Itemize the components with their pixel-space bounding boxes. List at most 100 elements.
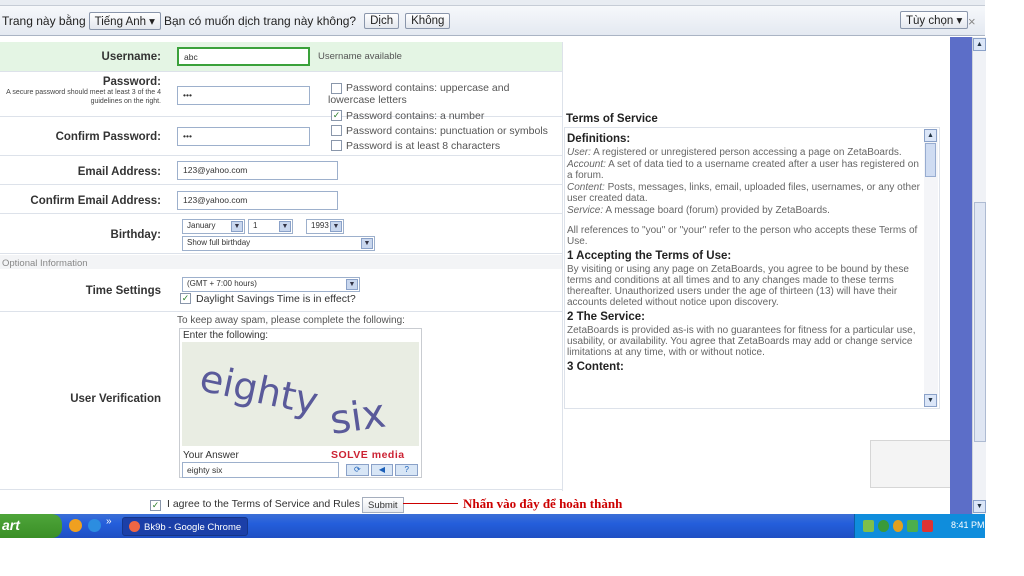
agree-label: I agree to the Terms of Service and Rule…	[167, 498, 360, 510]
birth-day-select[interactable]: 1 ▼	[248, 219, 293, 234]
password-label: Password: A secure password should meet a…	[0, 76, 168, 106]
birth-year-value: 1993	[311, 221, 329, 230]
floating-widget: ●	[870, 440, 950, 488]
side-panel	[950, 37, 972, 514]
tray-app-icon[interactable]	[907, 520, 919, 532]
captcha-prompt: Enter the following:	[183, 330, 269, 341]
more-icon[interactable]: »	[106, 516, 112, 527]
page-scrollbar[interactable]: ▲ ▼	[972, 37, 986, 514]
username-status: Username available	[318, 51, 402, 62]
answer-label: Your Answer	[183, 450, 239, 461]
refresh-icon[interactable]: ⟳	[346, 464, 369, 476]
tray-security-icon[interactable]	[877, 520, 889, 532]
terms-box: Definitions: User: A registered or unreg…	[564, 127, 940, 409]
email-row: Email Address: 123@yahoo.com	[0, 157, 562, 185]
translate-bar: Trang này bằng Tiếng Anh ▾ Bạn có muốn d…	[0, 6, 985, 36]
birth-year-select[interactable]: 1993 ▼	[306, 219, 344, 234]
confirm-password-input[interactable]: •••	[177, 127, 310, 146]
section2-text: ZetaBoards is provided as-is with no gua…	[567, 325, 916, 358]
audio-icon[interactable]: ◀	[370, 464, 394, 476]
taskbar: art » Bk9b - Google Chrome 8:41 PM	[0, 514, 985, 538]
def-account-text: A set of data tied to a username created…	[567, 159, 919, 181]
password-hint: A secure password should meet at least 3…	[6, 89, 161, 105]
captcha-word-1: eighty	[196, 356, 322, 424]
close-icon[interactable]: ×	[968, 14, 976, 29]
taskbar-chrome-item[interactable]: Bk9b - Google Chrome	[122, 517, 248, 536]
help-icon[interactable]: ?	[395, 464, 419, 476]
translate-options-button[interactable]: Tùy chọn ▾	[900, 11, 969, 29]
no-translate-button[interactable]: Không	[405, 12, 451, 29]
chevron-down-icon: ▼	[361, 238, 373, 249]
captcha-answer-input[interactable]: eighty six	[182, 462, 339, 478]
language-dropdown[interactable]: Tiếng Anh ▾	[88, 11, 161, 30]
registration-page: Username: abc Username available Passwor…	[0, 37, 950, 514]
dst-checkbox[interactable]: ✓	[180, 293, 191, 304]
terms-title: Terms of Service	[566, 113, 658, 125]
tray-antivirus-icon[interactable]	[922, 520, 933, 532]
timezone-select[interactable]: (GMT + 7:00 hours) ▼	[182, 277, 360, 292]
password-label-text: Password:	[102, 76, 161, 88]
terms-scrollbar[interactable]: ▲ ▼	[924, 129, 938, 407]
username-label: Username:	[101, 51, 161, 63]
section2-heading: 2 The Service:	[567, 311, 645, 323]
terms-scroll-thumb[interactable]	[925, 143, 936, 177]
username-input[interactable]: abc	[177, 47, 310, 66]
start-button[interactable]: art	[0, 514, 62, 538]
ie-quicklaunch-icon[interactable]	[88, 519, 101, 532]
captcha-widget: Enter the following: eighty six Your Ans…	[179, 328, 422, 478]
chevron-down-icon: ▼	[330, 221, 342, 232]
agree-checkbox[interactable]: ✓	[150, 500, 161, 511]
password-input[interactable]: •••	[177, 86, 310, 105]
column-divider	[562, 42, 563, 491]
scroll-down-icon[interactable]: ▼	[924, 394, 937, 407]
submit-button[interactable]: Submit	[362, 497, 404, 513]
def-content-term: Content:	[567, 182, 605, 193]
optional-info-header: Optional Information	[0, 255, 562, 269]
birth-month-value: January	[187, 221, 216, 230]
confirm-email-label: Confirm Email Address:	[30, 195, 161, 207]
birth-day-value: 1	[253, 221, 258, 230]
chevron-down-icon: ▼	[231, 221, 243, 232]
def-account-term: Account:	[567, 159, 606, 170]
taskbar-chrome-label: Bk9b - Google Chrome	[144, 522, 242, 533]
def-user: User: A registered or unregistered perso…	[567, 147, 925, 158]
scroll-up-icon[interactable]: ▲	[924, 129, 937, 142]
captcha-image: eighty six	[182, 342, 419, 446]
email-label: Email Address:	[77, 166, 161, 178]
verification-label: User Verification	[70, 393, 161, 405]
def-user-term: User:	[567, 147, 591, 158]
translate-question: Bạn có muốn dịch trang này không?	[163, 13, 357, 28]
page-scroll-thumb[interactable]	[974, 202, 986, 442]
time-settings-label: Time Settings	[85, 285, 161, 297]
birth-month-select[interactable]: January ▼	[182, 219, 245, 234]
scroll-down-icon[interactable]: ▼	[973, 500, 986, 513]
def-user-text: A registered or unregistered person acce…	[593, 147, 902, 158]
verification-instruction: To keep away spam, please complete the f…	[177, 315, 405, 326]
time-settings-row: Time Settings (GMT + 7:00 hours) ▼ ✓ Dayl…	[0, 270, 562, 312]
dst-label: Daylight Savings Time is in effect?	[196, 293, 356, 305]
solve-media-logo: SOLVE media	[331, 449, 405, 461]
translate-prefix: Trang này bằng	[2, 13, 86, 28]
confirm-email-input[interactable]: 123@yahoo.com	[177, 191, 338, 210]
def-service-term: Service:	[567, 205, 604, 216]
email-input[interactable]: 123@yahoo.com	[177, 161, 338, 180]
birthday-label: Birthday:	[110, 229, 161, 241]
chrome-icon	[129, 521, 140, 532]
username-row: Username: abc Username available	[0, 42, 562, 72]
confirm-email-row: Confirm Email Address: 123@yahoo.com	[0, 186, 562, 214]
tray-update-icon[interactable]	[892, 520, 904, 532]
birthday-row: Birthday: January ▼ 1 ▼ 1993 ▼ Show full bi…	[0, 215, 562, 254]
translate-button[interactable]: Dịch	[364, 12, 400, 29]
def-content-text: Posts, messages, links, email, uploaded …	[567, 182, 920, 204]
browser-quicklaunch-icon[interactable]	[69, 519, 82, 532]
birthday-display-select[interactable]: Show full birthday ▼	[182, 236, 375, 251]
annotation-arrow-line	[403, 503, 458, 504]
tray-network-icon[interactable]	[863, 520, 874, 532]
references-text: All references to "you" or "your" refer …	[567, 225, 918, 247]
terms-content: Definitions: User: A registered or unreg…	[567, 130, 925, 375]
scroll-up-icon[interactable]: ▲	[973, 38, 986, 51]
def-service: Service: A message board (forum) provide…	[567, 205, 925, 216]
system-tray: 8:41 PM	[854, 514, 985, 538]
confirm-password-row: Confirm Password: •••	[0, 118, 562, 156]
def-account: Account: A set of data tied to a usernam…	[567, 159, 925, 181]
